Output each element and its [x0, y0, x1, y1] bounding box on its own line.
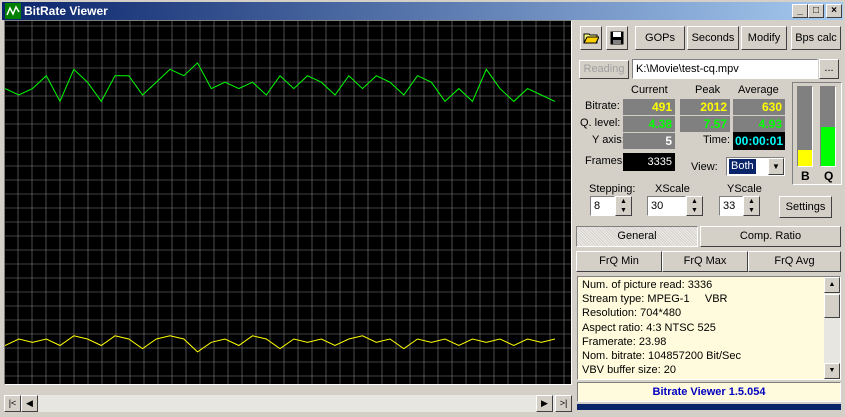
bitrate-meter: [797, 86, 813, 167]
scroll-down-button[interactable]: ▼: [824, 363, 840, 379]
bps-calc-button[interactable]: Bps calc: [791, 26, 841, 50]
frq-max-button[interactable]: FrQ Max: [662, 251, 748, 272]
frq-min-button[interactable]: FrQ Min: [576, 251, 662, 272]
folder-open-icon: [583, 33, 600, 44]
chevron-down-icon[interactable]: ▼: [768, 158, 784, 175]
tab-comp-ratio[interactable]: Comp. Ratio: [700, 226, 841, 247]
gops-button[interactable]: GOPs: [635, 26, 685, 50]
control-panel: GOPs Seconds Modify Bps calc Reading K:\…: [575, 20, 843, 412]
yscale-spinner[interactable]: ▲ ▼: [743, 196, 760, 216]
frames-value: 3335: [623, 153, 675, 171]
info-line: Resolution: 704*480: [582, 307, 682, 320]
info-line: VBV buffer size: 20: [582, 364, 676, 377]
time-label: Time:: [703, 134, 731, 146]
y-axis-value: 5: [623, 133, 675, 149]
tab-general[interactable]: General: [576, 226, 698, 247]
q-level-meter-fill: [821, 126, 835, 166]
xscale-label: XScale: [655, 183, 690, 195]
floppy-disk-icon: [610, 31, 624, 45]
app-window: BitRate Viewer _ □ × |< ◀ ▶ >| GOPs Seco: [0, 0, 845, 417]
bitrate-current-value: 491: [623, 99, 675, 115]
app-icon: [5, 3, 21, 19]
version-label: Bitrate Viewer 1.5.054: [577, 382, 841, 402]
q-level-peak-value: 7.57: [680, 116, 730, 132]
stepping-label: Stepping:: [589, 183, 636, 195]
reading-status-button[interactable]: Reading: [579, 60, 629, 79]
q-level-average-value: 4.93: [733, 116, 785, 132]
window-title: BitRate Viewer: [24, 4, 108, 18]
scroll-up-button[interactable]: ▲: [824, 277, 840, 293]
q-level-label: Q. level:: [580, 117, 621, 129]
bitrate-label: Bitrate:: [585, 100, 620, 112]
info-line: Num. of picture read: 3336: [582, 279, 713, 291]
scroll-first-button[interactable]: |<: [4, 395, 21, 412]
info-line: Nom. bitrate: 104857200 Bit/Sec: [582, 349, 741, 362]
b-meter-label: B: [801, 169, 810, 183]
bitrate-meter-fill: [798, 150, 812, 166]
yscale-input[interactable]: 33: [719, 196, 743, 216]
bitrate-peak-value: 2012: [680, 99, 730, 115]
title-bar[interactable]: BitRate Viewer _ □ ×: [2, 2, 843, 20]
view-selected-value: Both: [729, 159, 756, 174]
info-scrollbar[interactable]: ▲ ▼: [824, 277, 840, 379]
info-line: Framerate: 23.98: [582, 335, 667, 348]
view-select[interactable]: Both ▼: [726, 157, 785, 176]
progress-bar: [577, 404, 841, 410]
info-line: Stream type: MPEG-1 VBR: [582, 293, 728, 306]
close-button[interactable]: ×: [826, 4, 842, 18]
info-line: Aspect ratio: 4:3 NTSC 525: [582, 321, 716, 334]
seconds-button[interactable]: Seconds: [687, 26, 739, 50]
stepping-spinner[interactable]: ▲ ▼: [615, 196, 632, 216]
stepping-input[interactable]: 8: [590, 196, 615, 216]
modify-button[interactable]: Modify: [741, 26, 787, 50]
stream-info-box[interactable]: Num. of picture read: 3336 Stream type: …: [577, 276, 841, 380]
save-button[interactable]: [606, 26, 628, 50]
bitrate-chart: [5, 21, 571, 384]
yscale-label: YScale: [727, 183, 762, 195]
open-file-button[interactable]: [580, 26, 602, 50]
scroll-left-button[interactable]: ◀: [21, 395, 38, 412]
average-header: Average: [738, 84, 779, 96]
bitrate-series: [5, 335, 556, 353]
horizontal-scrollbar[interactable]: |< ◀ ▶ >|: [4, 395, 572, 412]
browse-button[interactable]: ...: [819, 59, 839, 79]
time-value: 00:00:01: [733, 132, 785, 150]
settings-button[interactable]: Settings: [779, 196, 832, 218]
q-level-meter: [820, 86, 836, 167]
file-path-field[interactable]: K:\Movie\test-cq.mpv: [632, 59, 818, 79]
y-axis-label: Y axis:: [592, 134, 625, 146]
q-meter-label: Q: [824, 169, 834, 183]
current-header: Current: [631, 84, 668, 96]
xscale-input[interactable]: 30: [647, 196, 686, 216]
bitrate-graph[interactable]: [4, 20, 572, 385]
scroll-right-button[interactable]: ▶: [536, 395, 553, 412]
frq-avg-button[interactable]: FrQ Avg: [748, 251, 841, 272]
scroll-thumb[interactable]: [824, 294, 840, 318]
view-label: View:: [691, 161, 718, 173]
level-meters: B Q: [792, 82, 842, 185]
bitrate-average-value: 630: [733, 99, 785, 115]
q-level-current-value: 4.38: [623, 116, 675, 132]
xscale-spinner[interactable]: ▲ ▼: [686, 196, 703, 216]
peak-header: Peak: [695, 84, 721, 96]
frames-label: Frames:: [585, 155, 626, 167]
minimize-button[interactable]: _: [792, 4, 808, 18]
maximize-button[interactable]: □: [808, 4, 824, 18]
scroll-last-button[interactable]: >|: [555, 395, 572, 412]
